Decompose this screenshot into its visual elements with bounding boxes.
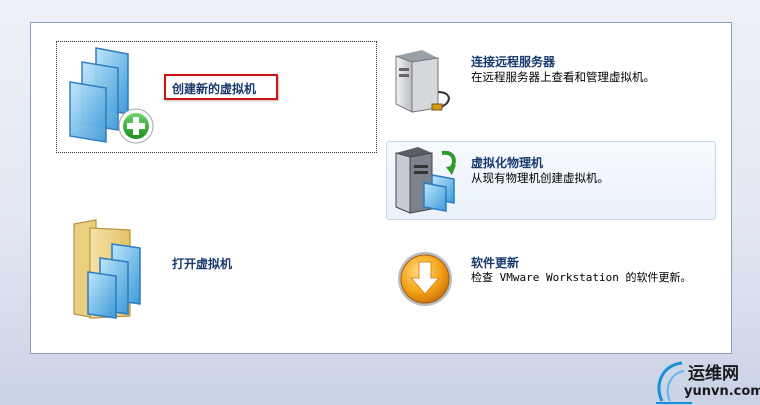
computer-to-vm-icon: [395, 147, 456, 214]
watermark-url: yunvn.com: [684, 384, 760, 399]
vm-windows-plus-icon: [69, 47, 154, 144]
connect-server-title[interactable]: 连接远程服务器: [471, 53, 555, 70]
software-update-description: 检查 VMware Workstation 的软件更新。: [471, 271, 692, 284]
open-vm-title[interactable]: 打开虚拟机: [172, 255, 232, 272]
virtualize-physical-title[interactable]: 虚拟化物理机: [471, 154, 543, 171]
watermark-name: 运维网: [688, 364, 739, 384]
virtualize-physical-description: 从现有物理机创建虚拟机。: [471, 171, 609, 185]
server-tower-icon: [395, 50, 450, 113]
create-vm-title[interactable]: 创建新的虚拟机: [172, 80, 256, 97]
folder-windows-icon: [73, 219, 141, 319]
download-arrow-icon: [398, 252, 452, 306]
connect-server-description: 在远程服务器上查看和管理虚拟机。: [471, 70, 655, 84]
